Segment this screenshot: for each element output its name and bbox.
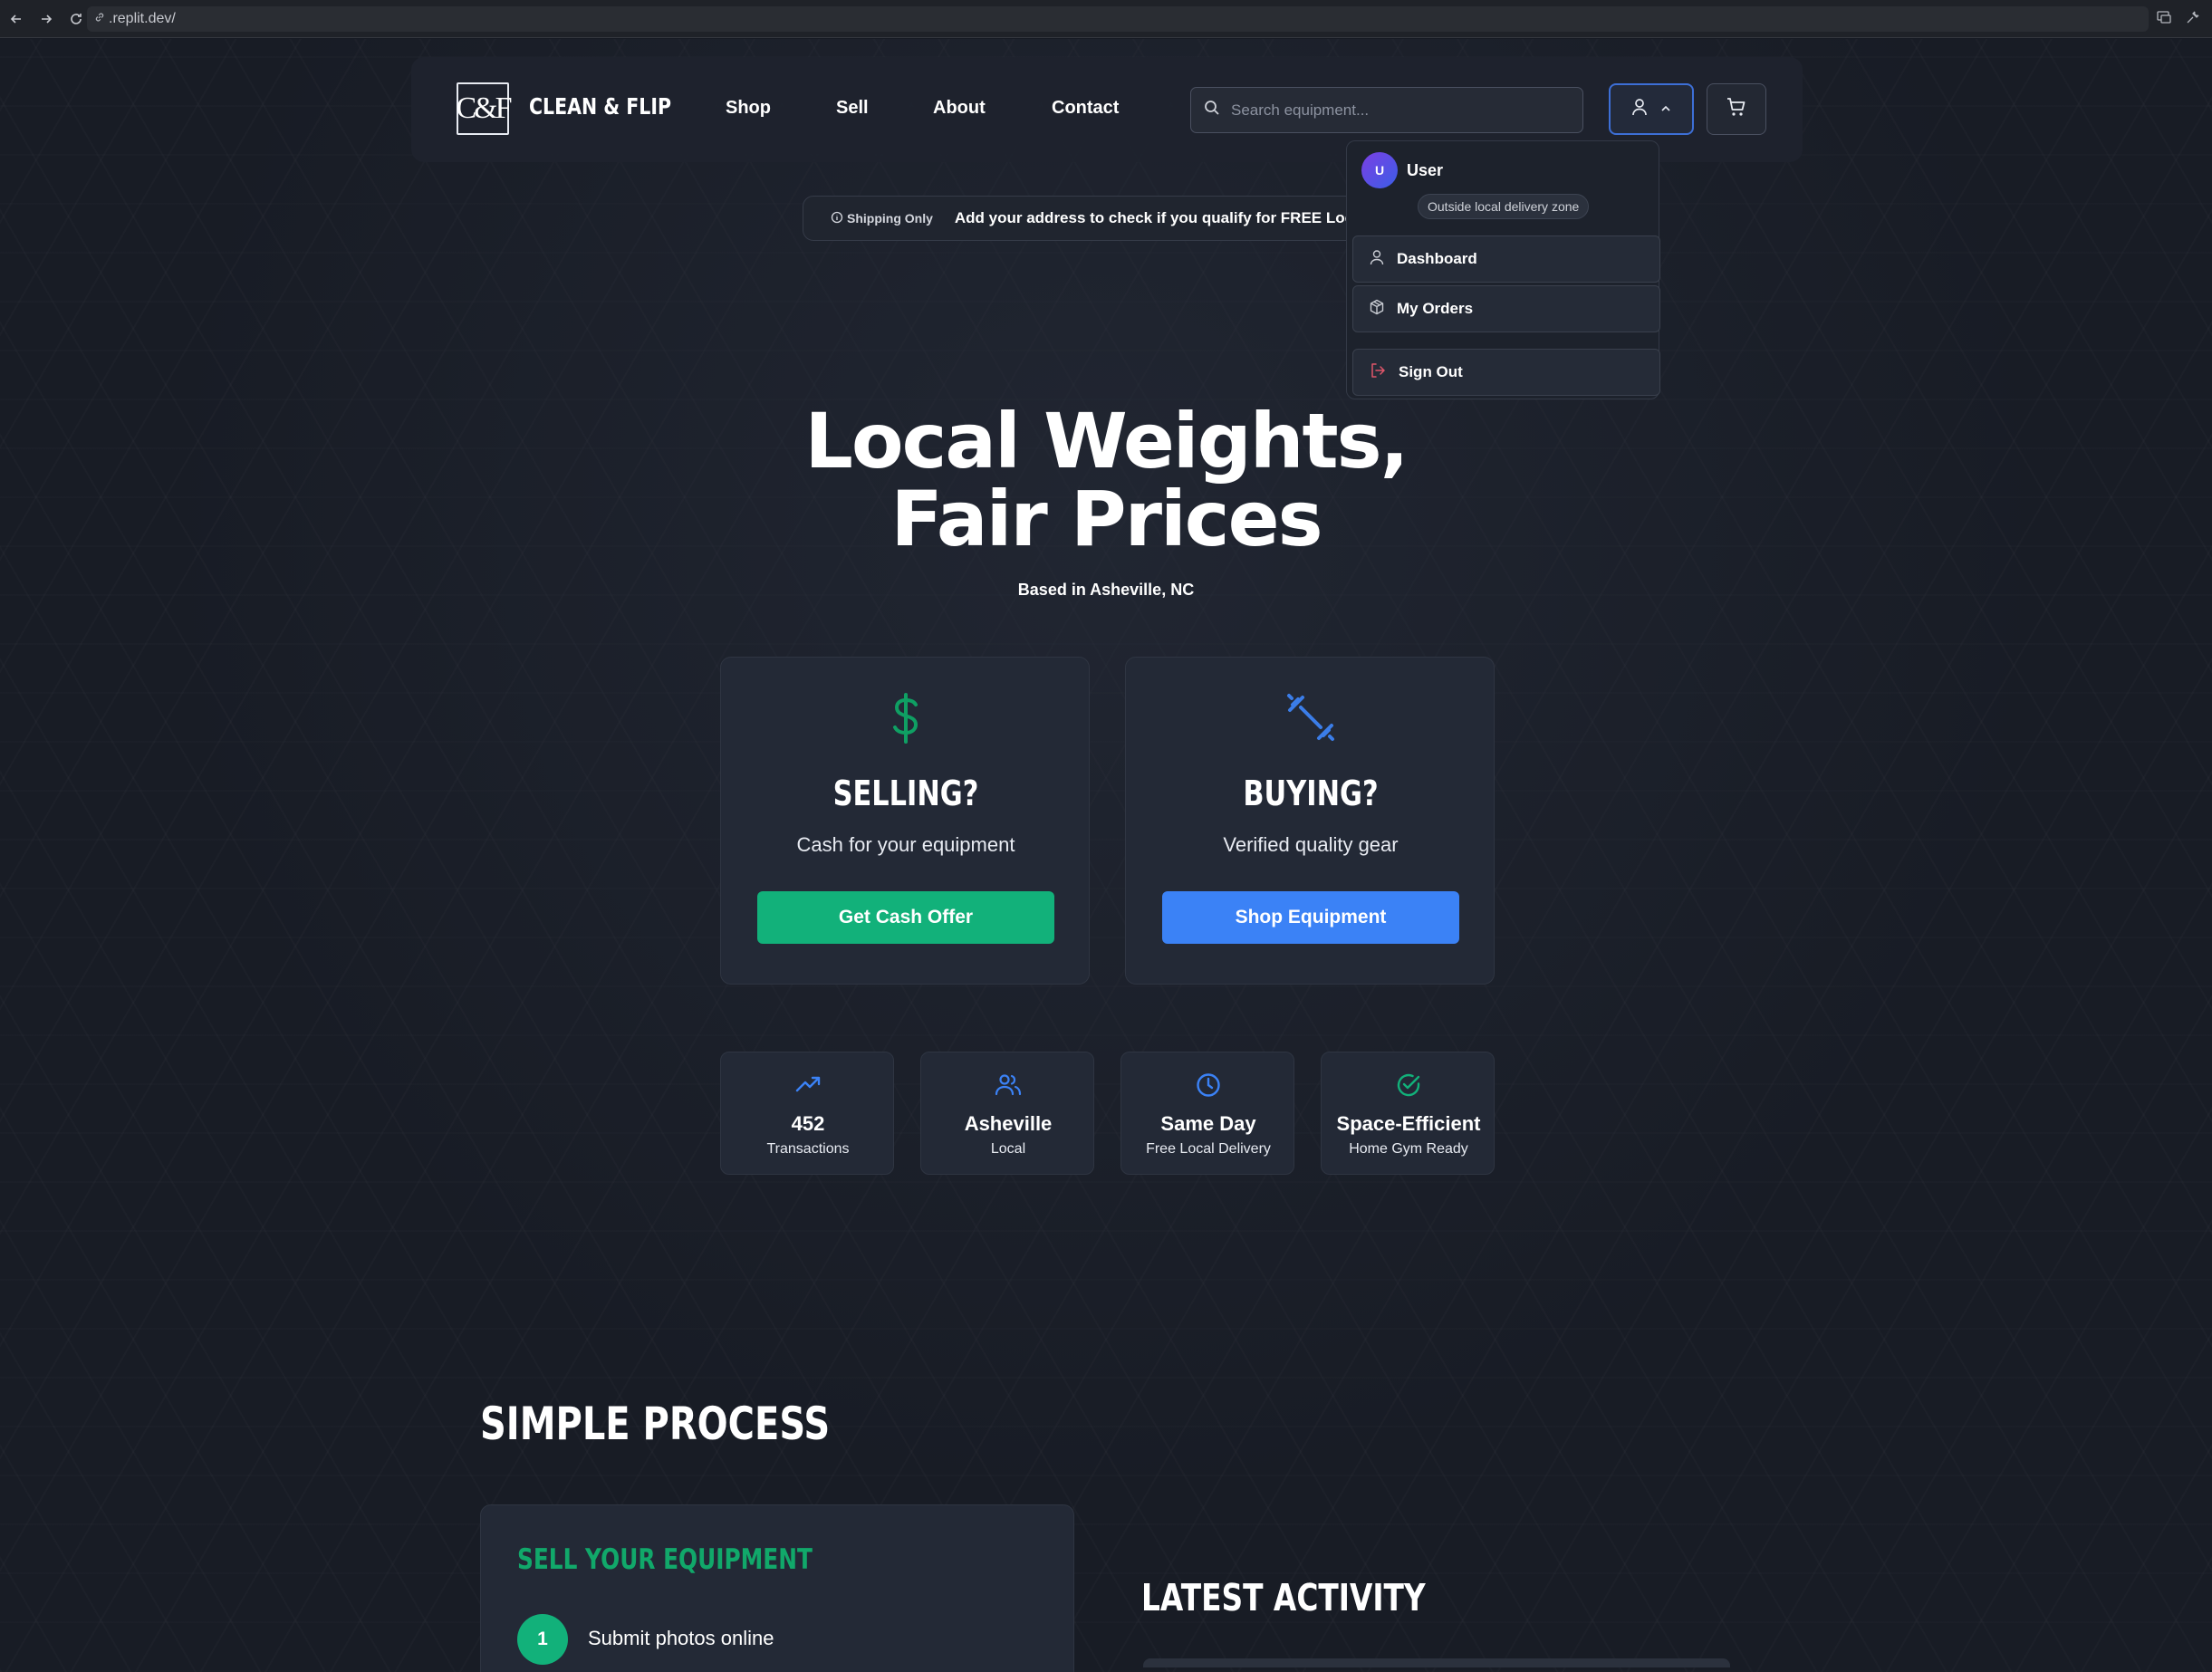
search-placeholder: Search equipment... xyxy=(1231,101,1370,119)
menu-item-label: My Orders xyxy=(1397,300,1474,317)
info-icon xyxy=(831,211,843,226)
stat-label: Free Local Delivery xyxy=(1146,1141,1271,1157)
stat-value: 452 xyxy=(791,1112,825,1135)
screen-share-icon[interactable] xyxy=(2156,9,2172,30)
stat-transactions: 452 Transactions xyxy=(720,1052,894,1175)
menu-item-sign-out[interactable]: Sign Out xyxy=(1352,349,1660,396)
stat-delivery: Same Day Free Local Delivery xyxy=(1120,1052,1294,1175)
search-icon xyxy=(1204,100,1220,120)
delivery-zone-badge: Outside local delivery zone xyxy=(1418,194,1590,219)
selling-title: SELLING? xyxy=(832,774,979,813)
logo-mark: C&F xyxy=(456,91,512,125)
link-icon xyxy=(94,11,105,27)
step-text: Submit photos online xyxy=(588,1627,774,1649)
stat-label: Transactions xyxy=(766,1141,850,1157)
url-text: .replit.dev/ xyxy=(109,11,176,26)
reload-icon[interactable] xyxy=(63,5,90,33)
delivery-banner[interactable]: Shipping Only Add your address to check … xyxy=(803,196,1364,241)
selling-description: Cash for your equipment xyxy=(796,833,1015,856)
hero-title-line1: Local Weights, xyxy=(804,397,1409,485)
shop-equipment-button[interactable]: Shop Equipment xyxy=(1162,891,1459,944)
nav-sell[interactable]: Sell xyxy=(836,98,869,119)
avatar: U xyxy=(1361,152,1398,188)
hero-subtitle: Based in Asheville, NC xyxy=(1017,581,1195,599)
nav-contact[interactable]: Contact xyxy=(1052,98,1119,119)
selling-card: SELLING? Cash for your equipment Get Cas… xyxy=(720,657,1090,985)
buying-card: BUYING? Verified quality gear Shop Equip… xyxy=(1125,657,1495,985)
stat-label: Home Gym Ready xyxy=(1349,1141,1468,1157)
step-number: 1 xyxy=(517,1614,568,1665)
menu-item-dashboard[interactable]: Dashboard xyxy=(1352,235,1660,283)
stat-label: Local xyxy=(990,1141,1026,1157)
buying-description: Verified quality gear xyxy=(1223,833,1399,856)
brand-name[interactable]: CLEAN & FLIP xyxy=(529,93,671,120)
user-name: User xyxy=(1407,161,1444,179)
get-cash-offer-button[interactable]: Get Cash Offer xyxy=(757,891,1054,944)
process-card-title: SELL YOUR EQUIPMENT xyxy=(517,1543,813,1576)
back-icon[interactable] xyxy=(3,5,30,33)
user-menu-button[interactable] xyxy=(1609,83,1694,135)
forward-icon[interactable] xyxy=(33,5,60,33)
buying-title: BUYING? xyxy=(1243,774,1379,813)
trending-up-icon xyxy=(721,1072,895,1096)
dollar-icon xyxy=(721,692,1091,745)
clock-icon xyxy=(1121,1072,1295,1098)
cart-icon xyxy=(1726,96,1747,122)
menu-item-label: Dashboard xyxy=(1397,250,1477,267)
log-out-icon xyxy=(1370,362,1386,383)
stat-value: Space-Efficient xyxy=(1336,1112,1481,1135)
package-icon xyxy=(1370,299,1384,320)
sell-process-card: SELL YOUR EQUIPMENT 1 Submit photos onli… xyxy=(480,1504,1074,1672)
shipping-only-label: Shipping Only xyxy=(847,211,933,226)
logo[interactable]: C&F xyxy=(456,82,513,135)
stat-value: Same Day xyxy=(1160,1112,1256,1135)
dumbbell-icon xyxy=(1126,692,1496,743)
shipping-only-badge: Shipping Only xyxy=(831,211,933,226)
menu-item-label: Sign Out xyxy=(1399,363,1463,380)
stat-space: Space-Efficient Home Gym Ready xyxy=(1321,1052,1495,1175)
process-section-title: SIMPLE PROCESS xyxy=(480,1398,831,1450)
nav-about[interactable]: About xyxy=(933,98,986,119)
user-icon xyxy=(1631,98,1648,120)
nav-shop[interactable]: Shop xyxy=(726,98,771,119)
activity-list xyxy=(1143,1658,1730,1667)
check-circle-icon xyxy=(1322,1072,1496,1098)
users-icon xyxy=(921,1072,1095,1096)
address-bar[interactable]: .replit.dev/ xyxy=(87,6,2149,32)
page: C&F CLEAN & FLIP Shop Sell About Contact… xyxy=(0,39,2212,1672)
devtools-icon[interactable] xyxy=(2185,9,2201,30)
chevron-up-icon xyxy=(1660,101,1671,118)
browser-toolbar: .replit.dev/ xyxy=(0,0,2212,38)
user-icon xyxy=(1370,249,1384,270)
hero-title-line2: Fair Prices xyxy=(890,475,1322,563)
search-input[interactable]: Search equipment... xyxy=(1190,87,1583,133)
stat-value: Asheville xyxy=(964,1112,1053,1135)
banner-message: Add your address to check if you qualify… xyxy=(954,209,1364,226)
activity-section-title: LATEST ACTIVITY xyxy=(1141,1576,1426,1619)
cart-button[interactable] xyxy=(1707,83,1766,135)
menu-item-my-orders[interactable]: My Orders xyxy=(1352,285,1660,332)
user-dropdown-menu: U User Outside local delivery zone Dashb… xyxy=(1346,140,1660,399)
stat-location: Asheville Local xyxy=(920,1052,1094,1175)
